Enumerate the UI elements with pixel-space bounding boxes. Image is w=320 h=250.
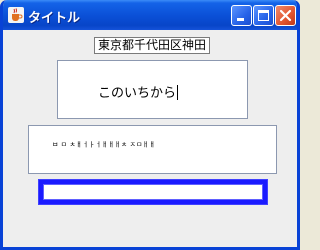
text-area-content: このいちから	[98, 82, 179, 101]
minimize-button[interactable]	[231, 5, 252, 26]
address-label: 東京都千代田区神田	[94, 37, 210, 54]
small-text-panel: ㅂ ㅁ ㅊㅐㅓㅏㅓㅐㅐㅐㅊ ㅈㅁㅐㅐ	[28, 125, 277, 174]
content-pane: 東京都千代田区神田 このいちから ㅂ ㅁ ㅊㅐㅓㅏㅓㅐㅐㅐㅊ ㅈㅁㅐㅐ	[3, 30, 297, 247]
small-text: ㅂ ㅁ ㅊㅐㅓㅏㅓㅐㅐㅐㅊ ㅈㅁㅐㅐ	[52, 140, 156, 149]
text-input[interactable]	[43, 184, 263, 200]
window-title: タイトル	[28, 11, 81, 26]
close-button[interactable]	[275, 5, 296, 26]
maximize-icon	[258, 10, 269, 21]
title-bar[interactable]: タイトル	[3, 0, 297, 30]
minimize-icon	[237, 18, 244, 21]
text-area[interactable]: このいちから	[57, 60, 248, 119]
text-caret	[177, 85, 179, 100]
close-icon	[279, 9, 292, 22]
focused-input-container[interactable]	[38, 179, 268, 205]
maximize-button[interactable]	[253, 5, 274, 26]
text-area-value: このいちから	[98, 86, 177, 101]
java-cup-icon[interactable]	[8, 7, 24, 23]
application-window: タイトル 東京都千代田区神田 このいちから ㅂ ㅁ ㅊㅐㅓㅏㅓㅐㅐㅐㅊ ㅈㅁㅐㅐ	[0, 0, 300, 250]
